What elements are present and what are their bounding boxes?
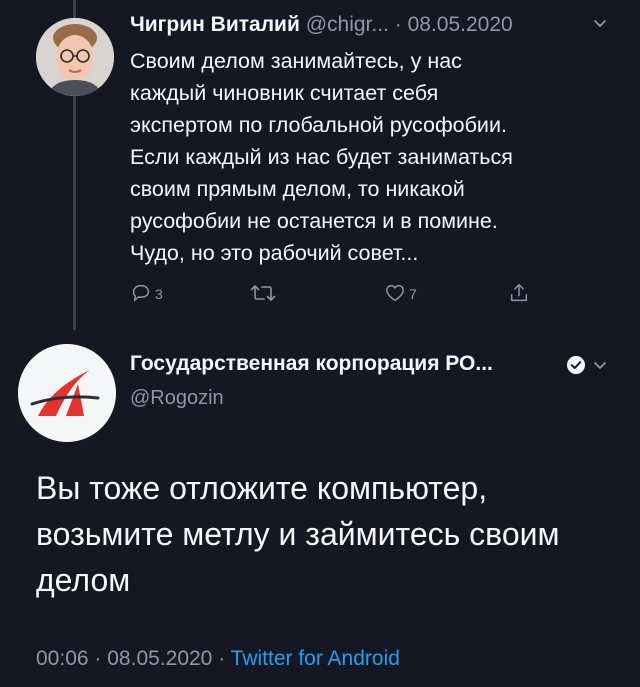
tweet-text-line: каждый чиновник считает себя [130, 81, 439, 105]
reply-icon [132, 284, 150, 302]
tweet-text-line: русофобии не останется и в помине. [130, 209, 498, 233]
retweet-button[interactable] [250, 276, 279, 310]
tweet-meta: 00:06 · 08.05.2020 · Twitter for Android [36, 644, 400, 674]
person-avatar-icon [36, 18, 114, 96]
tweet-text: Своим делом занимайтесь, у нас каждый чи… [130, 45, 600, 269]
roscosmos-logo-icon [18, 344, 116, 442]
avatar[interactable] [36, 18, 114, 96]
author-name[interactable]: Государственная корпорация РО... [130, 350, 580, 378]
tweet-text-line: экспертом по глобальной русофобии. [130, 113, 507, 137]
verified-badge-icon [567, 356, 585, 374]
chevron-down-icon[interactable] [590, 14, 610, 34]
share-icon [510, 284, 528, 302]
separator: · [394, 13, 402, 36]
tweet-text-line: своим прямым делом, то никакой [130, 177, 465, 201]
like-button[interactable]: 7 [384, 276, 417, 310]
author-handle[interactable]: @chigr... [306, 13, 389, 36]
like-count: 7 [409, 286, 417, 302]
separator: · [94, 647, 102, 670]
like-icon [386, 284, 404, 302]
reply-tweet[interactable]: Чигрин Виталий @chigr... · 08.05.2020 Св… [0, 0, 640, 320]
tweet-text-line: возьмите метлу и займитесь своим [36, 516, 560, 552]
tweet-text-line: Своим делом занимайтесь, у нас [130, 49, 462, 73]
tweet-text: Вы тоже отложите компьютер, возьмите мет… [36, 465, 616, 603]
share-button[interactable] [508, 276, 530, 310]
tweet-text-line: Вы тоже отложите компьютер, [36, 470, 488, 506]
tweet-time[interactable]: 00:06 [36, 647, 89, 670]
reply-button[interactable]: 3 [130, 276, 163, 310]
tweet-date[interactable]: 08.05.2020 [107, 647, 212, 670]
reply-count: 3 [155, 286, 163, 302]
author-name[interactable]: Чигрин Виталий [130, 13, 300, 36]
tweet-date[interactable]: 08.05.2020 [408, 13, 513, 36]
separator: · [218, 647, 226, 670]
chevron-down-icon[interactable] [590, 356, 610, 376]
tweet-text-line: Чудо, но это рабочий совет... [130, 241, 419, 265]
tweet-actions: 3 7 [130, 276, 550, 310]
tweet-header: Чигрин Виталий @chigr... · 08.05.2020 [130, 10, 610, 40]
author-handle[interactable]: @Rogozin [130, 384, 224, 412]
client-link[interactable]: Twitter for Android [231, 647, 400, 670]
retweet-icon [250, 285, 276, 301]
tweet-text-line: делом [36, 562, 131, 598]
tweet-thread: Чигрин Виталий @chigr... · 08.05.2020 Св… [0, 0, 640, 687]
avatar[interactable] [18, 344, 116, 442]
tweet-text-line: Если каждый из нас будет заниматься [130, 145, 513, 169]
